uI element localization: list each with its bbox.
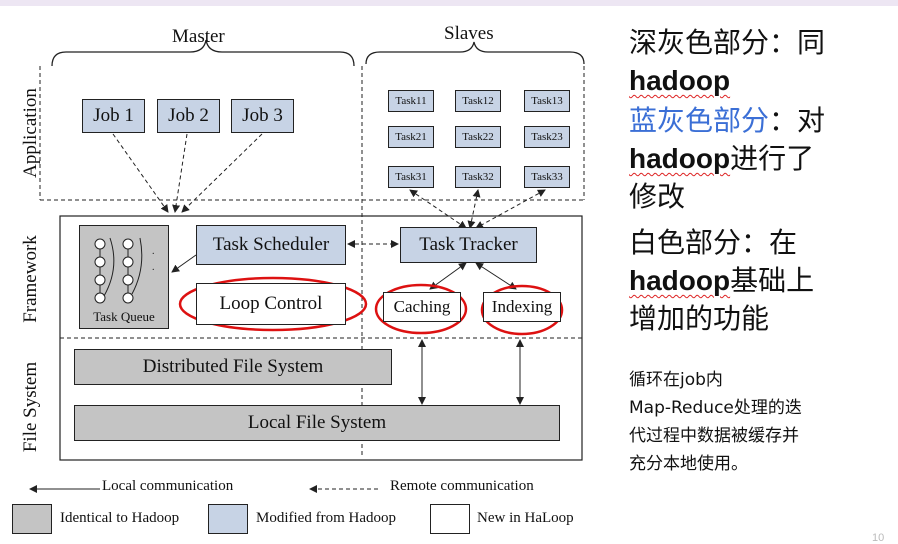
task-queue-graph-icon: . . xyxy=(94,237,155,304)
framework-layer-label: Framework xyxy=(20,235,41,323)
note-blue-gray: 蓝灰色部分 xyxy=(629,104,770,137)
filesystem-layer-label: File System xyxy=(20,361,41,453)
note-text: 增加的功能 xyxy=(629,302,770,335)
note-line-7: hadoop基础上 xyxy=(629,264,814,298)
note-hadoop: hadoop xyxy=(629,265,731,296)
job-box-3: Job 3 xyxy=(231,99,294,133)
note-text: ：对 xyxy=(769,104,826,137)
note-hadoop: hadoop xyxy=(629,65,731,96)
task-box: Task32 xyxy=(455,166,501,188)
legend-modified: Modified from Hadoop xyxy=(256,510,396,526)
task-queue-box: . . Task Queue xyxy=(79,225,169,329)
task-scheduler-box: Task Scheduler xyxy=(196,225,346,265)
note-line-1: 深灰色部分：同 xyxy=(629,26,825,60)
task-box: Task23 xyxy=(524,126,570,148)
task-box: Task13 xyxy=(524,90,570,112)
task-box: Task11 xyxy=(388,90,434,112)
note-hadoop: hadoop xyxy=(629,143,731,174)
note-paragraph-line-2: Map-Reduce处理的迭 xyxy=(629,398,802,418)
task-box: Task12 xyxy=(455,90,501,112)
note-line-4: hadoop进行了 xyxy=(629,142,814,176)
page-number: 10 xyxy=(872,532,885,544)
note-text: 白色部分：在 xyxy=(629,226,798,259)
note-line-6: 白色部分：在 xyxy=(629,226,797,260)
note-line-5: 修改 xyxy=(629,180,685,214)
task-box: Task21 xyxy=(388,126,434,148)
legend-swatch-modified xyxy=(208,504,248,534)
note-text: 基础上 xyxy=(730,264,815,297)
legend-swatch-identical xyxy=(12,504,52,534)
task-box: Task22 xyxy=(455,126,501,148)
indexing-box: Indexing xyxy=(483,292,561,322)
caching-box: Caching xyxy=(383,292,461,322)
note-text: 深灰色部分：同 xyxy=(629,26,826,59)
application-layer-label: Application xyxy=(20,88,41,178)
note-paragraph-line-1: 循环在job内 xyxy=(629,370,723,390)
legend-identical: Identical to Hadoop xyxy=(60,510,180,526)
note-paragraph-line-3: 代过程中数据被缓存并 xyxy=(629,426,799,446)
task-box: Task33 xyxy=(524,166,570,188)
task-box: Task31 xyxy=(388,166,434,188)
task-queue-label: Task Queue xyxy=(93,309,155,324)
legend-remote-communication: Remote communication xyxy=(390,478,534,494)
legend-new: New in HaLoop xyxy=(477,510,574,526)
legend-swatch-new xyxy=(430,504,470,534)
legend-local-communication: Local communication xyxy=(102,478,234,494)
note-text: 修改 xyxy=(629,180,686,213)
job-box-1: Job 1 xyxy=(82,99,145,133)
job-box-2: Job 2 xyxy=(157,99,220,133)
local-file-system-box: Local File System xyxy=(74,405,560,441)
svg-text:.: . xyxy=(152,262,155,273)
note-paragraph-line-4: 充分本地使用。 xyxy=(629,454,748,474)
loop-control-box: Loop Control xyxy=(196,283,346,325)
note-line-3: 蓝灰色部分：对 xyxy=(629,104,825,138)
distributed-file-system-box: Distributed File System xyxy=(74,349,392,385)
master-header: Master xyxy=(172,26,225,47)
note-line-2: hadoop xyxy=(629,64,730,98)
note-line-8: 增加的功能 xyxy=(629,302,769,336)
task-tracker-box: Task Tracker xyxy=(400,227,537,263)
slaves-brace xyxy=(365,41,585,65)
svg-text:.: . xyxy=(152,246,155,257)
slaves-header: Slaves xyxy=(444,23,494,44)
note-text: 进行了 xyxy=(730,142,815,175)
